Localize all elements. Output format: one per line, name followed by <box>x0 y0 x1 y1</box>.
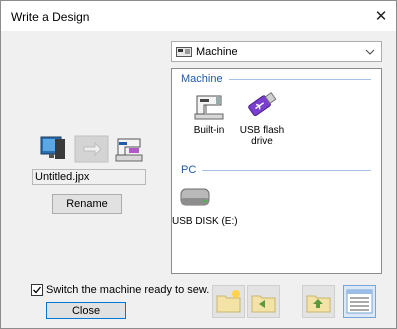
parent-folder-icon[interactable] <box>302 285 335 318</box>
window-title: Write a Design <box>11 10 90 24</box>
arrow-right-icon <box>74 135 109 163</box>
device-label-line1: USB flash <box>239 125 285 136</box>
checkmark-icon <box>33 286 42 294</box>
close-icon[interactable]: ✕ <box>370 5 392 27</box>
group-label: Machine <box>181 73 223 85</box>
usb-flash-drive-icon <box>248 91 277 117</box>
transfer-illustration <box>39 133 149 168</box>
details-view-icon[interactable] <box>343 285 376 318</box>
target-dropdown[interactable]: Machine <box>171 41 382 62</box>
sewing-machine-icon <box>115 138 143 162</box>
device-usb-flash[interactable]: USB flash drive <box>227 87 297 147</box>
divider <box>228 78 371 80</box>
checkbox-box[interactable] <box>31 284 43 296</box>
new-folder-icon[interactable] <box>212 285 245 318</box>
group-header-pc: PC <box>181 164 371 176</box>
group-header-machine: Machine <box>181 73 371 85</box>
machine-small-icon <box>176 46 192 57</box>
device-panel: Machine Built-in USB flash drive PC USB … <box>171 68 382 274</box>
device-label: USB DISK (E:) <box>172 216 238 227</box>
rename-button[interactable]: Rename <box>52 194 122 214</box>
title-bar: Write a Design ✕ <box>1 1 396 31</box>
sewing-machine-icon <box>194 95 224 120</box>
write-design-dialog: Write a Design ✕ Machine Machine Built-i… <box>0 0 397 329</box>
chevron-down-icon <box>365 49 375 55</box>
filename-field: Untitled.jpx <box>32 169 146 185</box>
device-usb-disk[interactable]: USB DISK (E:) <box>172 184 252 227</box>
dropdown-selected-value: Machine <box>196 45 238 58</box>
computer-icon <box>40 136 65 159</box>
checkbox-label: Switch the machine ready to sew. <box>46 284 210 296</box>
close-button[interactable]: Close <box>46 302 126 319</box>
device-label-line2: drive <box>251 136 273 147</box>
switch-ready-checkbox[interactable]: Switch the machine ready to sew. <box>31 284 209 296</box>
back-folder-icon[interactable] <box>247 285 280 318</box>
usb-disk-drive-icon <box>180 188 210 206</box>
divider <box>202 169 371 171</box>
group-label: PC <box>181 164 197 176</box>
